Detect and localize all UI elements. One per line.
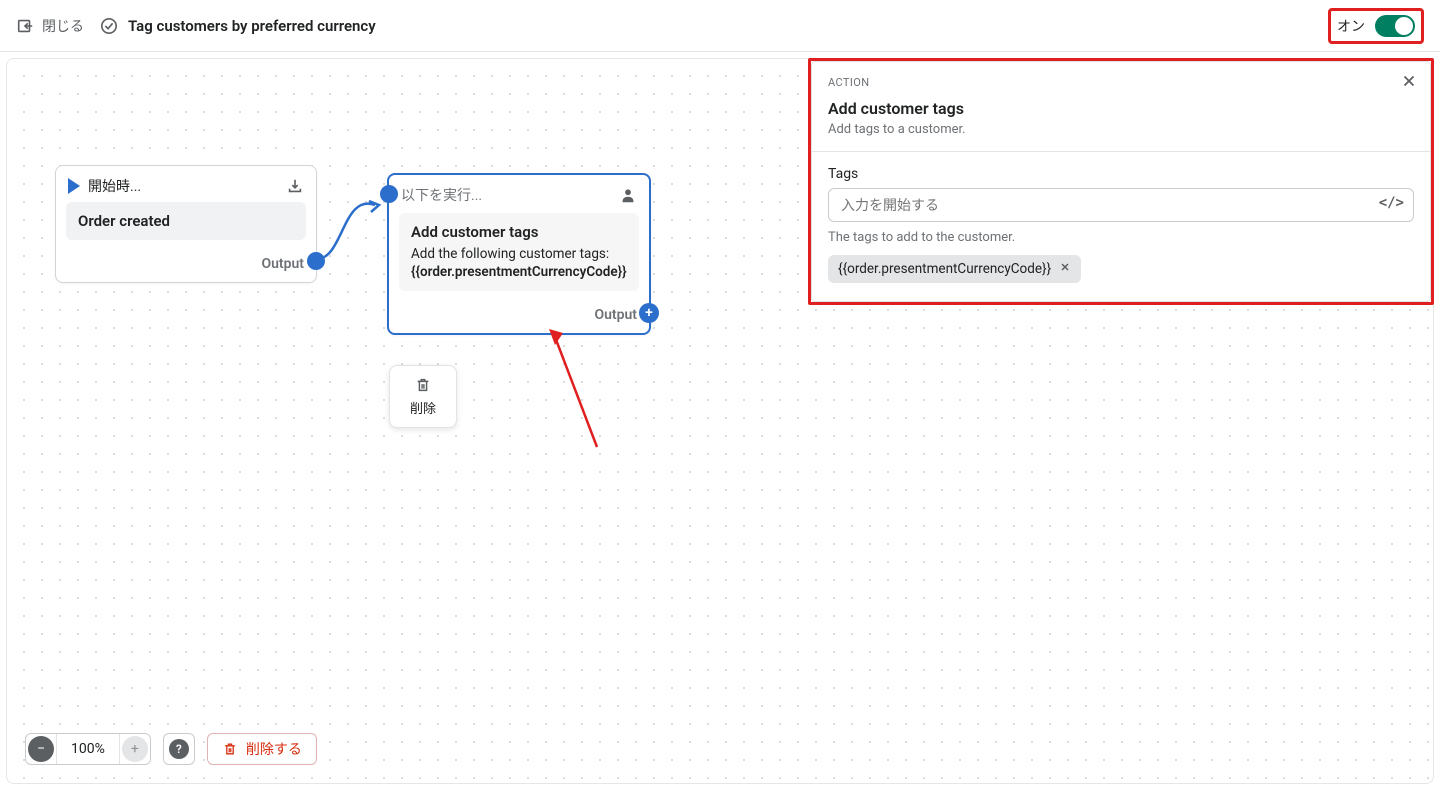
- tag-chip-remove[interactable]: [1059, 261, 1071, 277]
- action-body-desc: Add the following customer tags: {{order…: [411, 245, 627, 281]
- header-left: 閉じる Tag customers by preferred currency: [16, 16, 376, 36]
- action-node[interactable]: 以下を実行... Add customer tags Add the follo…: [387, 173, 651, 335]
- toggle-label: オン: [1337, 16, 1365, 36]
- delete-node-label: 削除: [410, 398, 436, 417]
- close-icon: [1400, 72, 1418, 90]
- action-head-label: 以下を実行...: [401, 185, 482, 205]
- workflow-toggle[interactable]: [1375, 15, 1415, 37]
- zoom-control: − 100% +: [25, 733, 151, 765]
- action-input-port[interactable]: [380, 185, 398, 203]
- trigger-node[interactable]: 開始時... Order created Output: [55, 165, 317, 283]
- action-foot: Output: [389, 301, 649, 333]
- trigger-head-label: 開始時...: [88, 176, 141, 196]
- delete-workflow-label: 削除する: [246, 739, 302, 759]
- trigger-body: Order created: [66, 202, 306, 240]
- tags-help-text: The tags to add to the customer.: [828, 230, 1414, 245]
- action-desc-value: {{order.presentmentCurrencyCode}}: [411, 264, 627, 280]
- page-title: Tag customers by preferred currency: [128, 17, 376, 35]
- close-button[interactable]: 閉じる: [16, 16, 84, 36]
- close-icon: [1059, 261, 1071, 273]
- header: 閉じる Tag customers by preferred currency …: [0, 0, 1440, 52]
- action-add-output[interactable]: +: [639, 303, 659, 323]
- tag-chip-value: {{order.presentmentCurrencyCode}}: [838, 261, 1051, 277]
- title-wrap: Tag customers by preferred currency: [100, 17, 376, 35]
- code-icon[interactable]: </>: [1379, 195, 1404, 211]
- person-icon: [619, 186, 637, 204]
- trash-icon: [414, 376, 432, 394]
- check-circle-icon: [100, 17, 118, 35]
- exit-icon: [16, 17, 34, 35]
- zoom-out-button[interactable]: −: [28, 736, 54, 762]
- tags-input-wrap: </>: [828, 188, 1414, 222]
- zoom-in-button[interactable]: +: [122, 736, 148, 762]
- delete-node-button[interactable]: 削除: [389, 365, 457, 428]
- tag-chip: {{order.presentmentCurrencyCode}}: [828, 255, 1081, 283]
- trigger-output-port[interactable]: [307, 252, 325, 270]
- action-node-head: 以下を実行...: [389, 175, 649, 213]
- panel-eyebrow: ACTION: [828, 76, 1414, 89]
- tags-input[interactable]: [828, 188, 1414, 222]
- panel-subtitle: Add tags to a customer.: [828, 122, 1414, 137]
- help-icon: ?: [169, 739, 189, 759]
- panel-head: ACTION Add customer tags Add tags to a c…: [812, 62, 1430, 152]
- header-right-highlight: オン: [1328, 8, 1424, 44]
- annotation-arrow: [547, 327, 607, 457]
- zoom-value[interactable]: 100%: [56, 734, 120, 764]
- trash-icon: [222, 741, 238, 757]
- play-icon: [68, 178, 80, 194]
- trigger-output-label: Output: [261, 256, 304, 272]
- action-output-label: Output: [594, 307, 637, 323]
- action-body: Add customer tags Add the following cust…: [399, 213, 639, 291]
- panel-close-button[interactable]: [1400, 72, 1418, 94]
- close-label: 閉じる: [42, 16, 84, 36]
- panel-body: Tags </> The tags to add to the customer…: [812, 152, 1430, 301]
- action-body-title: Add customer tags: [411, 223, 627, 241]
- trigger-foot: Output: [56, 250, 316, 282]
- delete-workflow-button[interactable]: 削除する: [207, 733, 317, 765]
- action-desc-prefix: Add the following customer tags:: [411, 246, 609, 262]
- import-icon[interactable]: [286, 177, 304, 195]
- trigger-node-head: 開始時...: [56, 166, 316, 202]
- bottom-toolbar: − 100% + ? 削除する: [25, 733, 317, 765]
- panel-title: Add customer tags: [828, 99, 1414, 118]
- help-button[interactable]: ?: [163, 733, 195, 765]
- action-panel-highlight: ACTION Add customer tags Add tags to a c…: [808, 58, 1434, 305]
- action-panel: ACTION Add customer tags Add tags to a c…: [811, 61, 1431, 302]
- tags-field-label: Tags: [828, 166, 1414, 182]
